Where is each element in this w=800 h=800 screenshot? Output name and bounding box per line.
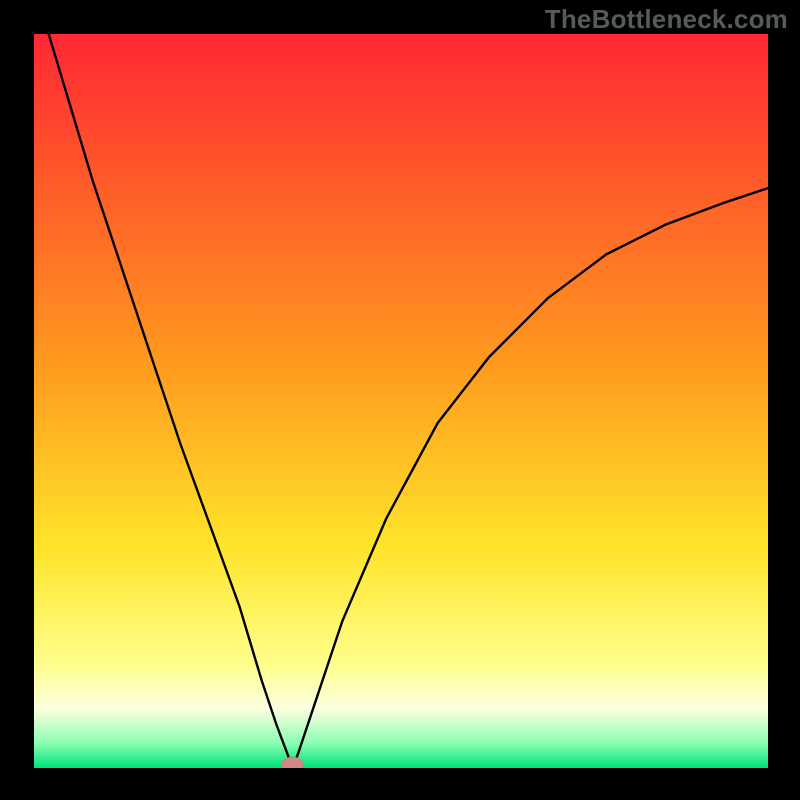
chart-svg: [0, 0, 800, 800]
watermark-text: TheBottleneck.com: [545, 4, 788, 35]
optimal-marker: [281, 757, 303, 771]
chart-frame: TheBottleneck.com: [0, 0, 800, 800]
plot-background: [34, 34, 768, 768]
